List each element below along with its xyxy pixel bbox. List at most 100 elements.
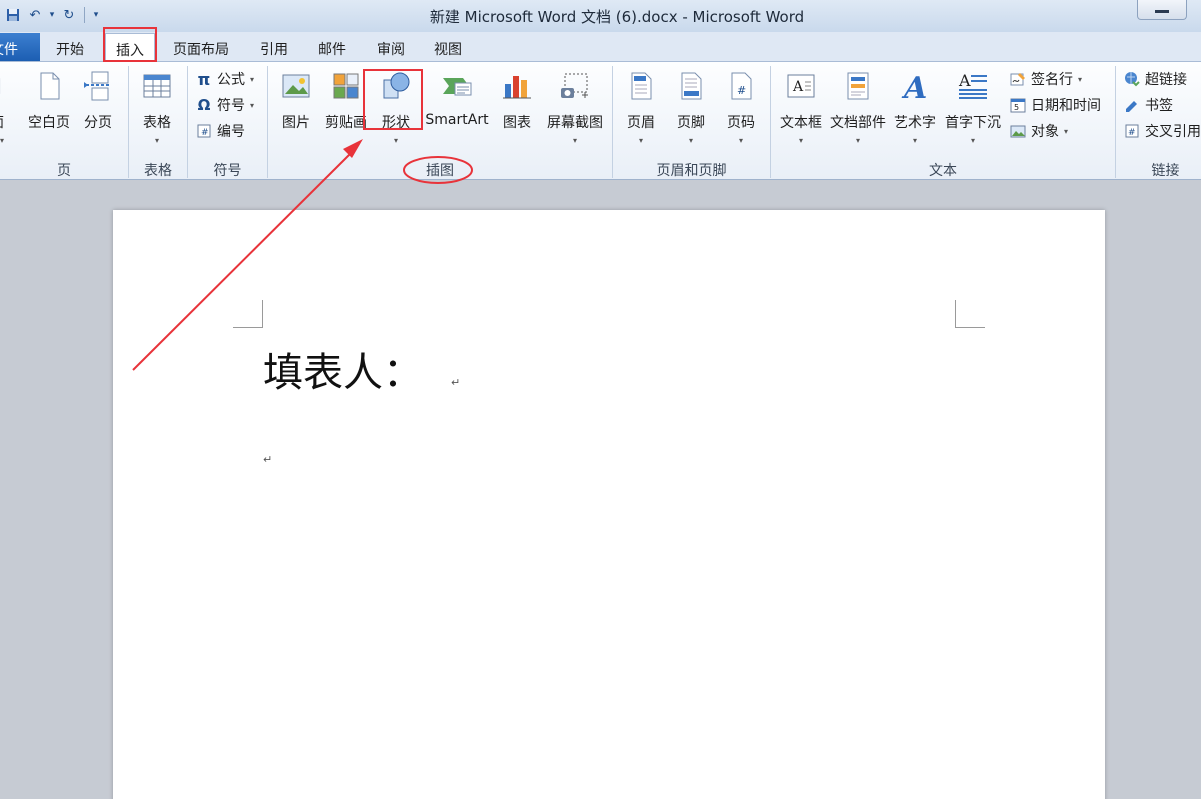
page-break-button[interactable]: 分页 — [80, 70, 116, 132]
chevron-down-icon: ▾ — [0, 136, 4, 145]
document-area: 填表人： ↵ ↵ — [0, 181, 1201, 799]
cover-page-icon — [0, 78, 1, 94]
blank-page-button[interactable]: 空白页 — [25, 70, 73, 132]
svg-text:#: # — [737, 84, 746, 97]
annotation-box-insert-tab — [103, 27, 157, 62]
chevron-down-icon: ▾ — [572, 136, 577, 145]
chevron-down-icon: ▾ — [154, 136, 159, 145]
group-label-pages: 页 — [57, 163, 71, 179]
svg-text:A: A — [792, 79, 804, 95]
chevron-down-icon: ▾ — [912, 136, 917, 145]
cross-reference-icon: # — [1124, 123, 1140, 139]
svg-text:5: 5 — [1014, 103, 1019, 112]
hyperlink-button[interactable]: 超链接 — [1124, 68, 1187, 90]
tab-home[interactable]: 开始 — [56, 39, 84, 59]
drop-cap-icon: A — [958, 71, 987, 99]
chevron-down-icon: ▾ — [970, 136, 975, 145]
textbox-button[interactable]: A 文本框 ▾ — [777, 70, 825, 145]
chevron-down-icon: ▾ — [638, 136, 643, 145]
chevron-down-icon: ▾ — [1078, 74, 1083, 84]
group-label-tables: 表格 — [144, 163, 172, 179]
bookmark-icon — [1124, 97, 1140, 113]
header-icon — [631, 72, 652, 100]
number-button[interactable]: # 编号 — [196, 120, 245, 142]
smartart-icon — [443, 78, 472, 96]
cover-page-button[interactable]: 面 ▾ — [0, 70, 14, 145]
chevron-down-icon: ▾ — [250, 100, 255, 110]
omega-icon: Ω — [197, 96, 211, 114]
minimize-icon — [1155, 10, 1169, 13]
bookmark-button[interactable]: 书签 — [1124, 94, 1173, 116]
clipart-icon — [333, 73, 359, 99]
header-button[interactable]: 页眉 ▾ — [622, 70, 660, 145]
wordart-icon: A — [901, 71, 927, 106]
page-number-button[interactable]: # 页码 ▾ — [722, 70, 760, 145]
object-button[interactable]: 对象 ▾ — [1010, 120, 1068, 142]
smartart-button[interactable]: SmartArt — [424, 70, 490, 128]
object-icon — [1010, 123, 1026, 139]
page-break-icon — [84, 71, 110, 101]
minimize-button[interactable] — [1137, 0, 1187, 20]
signature-icon — [1010, 71, 1026, 87]
chart-button[interactable]: 图表 — [498, 70, 536, 132]
cross-reference-button[interactable]: # 交叉引用 — [1124, 120, 1201, 142]
chevron-down-icon: ▾ — [393, 136, 398, 145]
chevron-down-icon: ▾ — [738, 136, 743, 145]
ribbon-tabs: 文件 开始 插入 页面布局 引用 邮件 审阅 视图 — [0, 32, 1201, 63]
paragraph-mark: ↵ — [451, 376, 461, 389]
signature-line-button[interactable]: 签名行 ▾ — [1010, 68, 1082, 90]
ribbon-insert: 面 ▾ 空白页 分页 页 表格 ▾ 表格 π 公式 ▾ Ω 符号 ▾ # 编号 … — [0, 62, 1201, 180]
tab-mailings[interactable]: 邮件 — [318, 39, 346, 59]
symbol-button[interactable]: Ω 符号 ▾ — [196, 94, 254, 116]
group-label-symbols: 符号 — [213, 163, 242, 179]
group-label-text: 文本 — [929, 163, 957, 179]
chevron-down-icon: ▾ — [798, 136, 803, 145]
drop-cap-button[interactable]: A 首字下沉 ▾ — [942, 70, 1004, 145]
group-separator — [1115, 66, 1116, 178]
pi-icon: π — [197, 69, 211, 89]
tab-page-layout[interactable]: 页面布局 — [173, 39, 229, 59]
svg-text:#: # — [201, 128, 209, 138]
number-icon: # — [196, 123, 212, 139]
blank-page-icon — [40, 72, 60, 100]
page-number-icon: # — [731, 72, 752, 100]
document-text-line[interactable]: 填表人： — [263, 340, 423, 398]
tab-references[interactable]: 引用 — [260, 39, 288, 59]
footer-icon — [681, 72, 702, 100]
calendar-icon: 5 — [1010, 97, 1026, 113]
picture-icon — [282, 74, 310, 98]
picture-button[interactable]: 图片 — [276, 70, 316, 132]
quick-parts-button[interactable]: 文档部件 ▾ — [828, 70, 888, 145]
svg-text:A: A — [958, 71, 971, 90]
chevron-down-icon: ▾ — [250, 74, 255, 84]
group-label-links: 链接 — [1151, 163, 1180, 179]
wordart-button[interactable]: A 艺术字 ▾ — [892, 70, 938, 145]
paragraph-mark: ↵ — [263, 453, 273, 466]
tab-review[interactable]: 审阅 — [377, 39, 405, 59]
margin-corner-top-right — [955, 300, 985, 328]
date-time-button[interactable]: 5 日期和时间 — [1010, 94, 1101, 116]
screenshot-button[interactable]: 屏幕截图 ▾ — [544, 70, 606, 145]
document-page[interactable]: 填表人： ↵ ↵ — [113, 210, 1105, 799]
margin-corner-top-left — [233, 300, 263, 328]
chevron-down-icon: ▾ — [1064, 126, 1069, 136]
chevron-down-icon: ▾ — [855, 136, 860, 145]
globe-link-icon — [1124, 71, 1140, 87]
chevron-down-icon: ▾ — [688, 136, 693, 145]
group-label-header-footer: 页眉和页脚 — [656, 163, 727, 179]
group-label-illustrations: 插图 — [426, 163, 454, 179]
window-title: 新建 Microsoft Word 文档 (6).docx - Microsof… — [429, 8, 805, 26]
annotation-box-shapes — [363, 69, 423, 130]
textbox-icon: A — [787, 74, 815, 98]
table-icon — [143, 74, 171, 98]
footer-button[interactable]: 页脚 ▾ — [672, 70, 710, 145]
tab-view[interactable]: 视图 — [434, 39, 462, 59]
equation-button[interactable]: π 公式 ▾ — [196, 68, 254, 90]
title-bar: ↶ ▾ ↻ ▾ 新建 Microsoft Word 文档 (6).docx - … — [0, 0, 1201, 32]
quick-parts-icon — [847, 72, 869, 100]
screenshot-icon — [561, 73, 588, 98]
tab-file[interactable]: 文件 — [0, 33, 40, 61]
svg-text:#: # — [1128, 128, 1136, 138]
table-button[interactable]: 表格 ▾ — [137, 70, 177, 145]
svg-text:A: A — [901, 71, 927, 102]
